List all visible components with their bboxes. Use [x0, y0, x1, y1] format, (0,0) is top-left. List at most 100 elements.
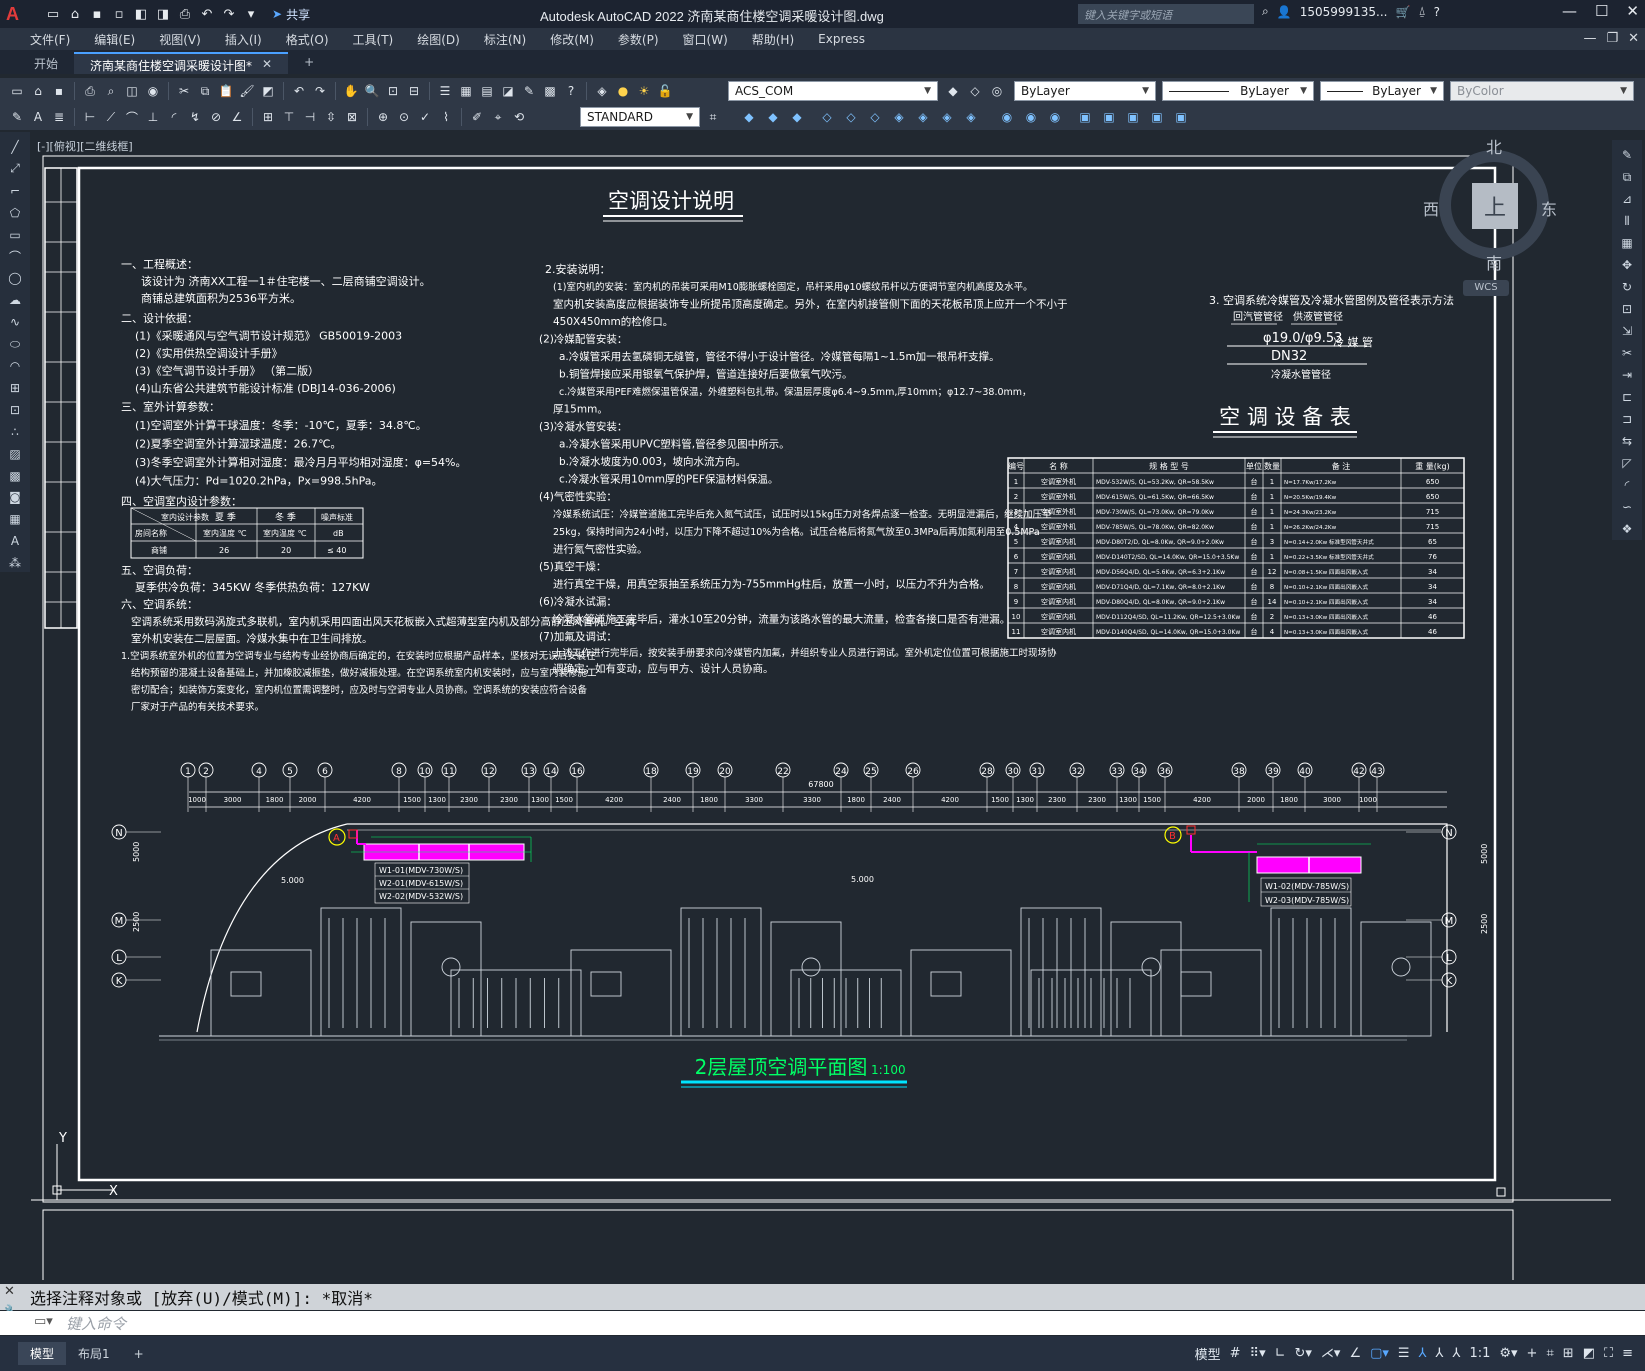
region-icon[interactable]: ◙ [6, 489, 24, 507]
model-space-button[interactable]: 模型 [1195, 1344, 1221, 1363]
dimstyle-icon[interactable]: ⌗ [704, 108, 722, 126]
ortho-icon[interactable]: ∟ [1275, 1346, 1286, 1361]
compass-south[interactable]: 南 [1486, 250, 1502, 274]
layer-lock-icon[interactable]: 🔓 [656, 82, 674, 100]
jogged-linear-icon[interactable]: ⌇ [437, 108, 455, 126]
dimstyle-dropdown[interactable]: STANDARD ▼ [580, 107, 700, 127]
stretch-icon[interactable]: ◈ [914, 108, 932, 126]
print-icon[interactable]: ⎙ [176, 5, 194, 23]
menu-dimension[interactable]: 标注(N) [472, 31, 538, 48]
save-icon[interactable]: ▪ [88, 5, 106, 23]
arc-icon[interactable]: ⌒ [6, 248, 24, 266]
menu-express[interactable]: Express [806, 32, 877, 46]
ellipse-icon[interactable]: ⬭ [6, 335, 24, 353]
tab-document[interactable]: 济南某商住楼空调采暖设计图* ✕ [74, 52, 289, 74]
tool-palettes-icon[interactable]: ▤ [478, 82, 496, 100]
isodraft-icon[interactable]: ⋌▾ [1321, 1346, 1341, 1361]
layer-freeze-icon[interactable]: ☀ [635, 82, 653, 100]
search-icon[interactable]: ⌕ [1262, 4, 1269, 19]
snap-icon[interactable]: ⠿▾ [1250, 1346, 1266, 1361]
viewcube-top-face[interactable]: 上 [1472, 183, 1518, 229]
text-edit-icon[interactable]: A [29, 108, 47, 126]
menu-insert[interactable]: 插入(I) [213, 31, 274, 48]
copy-object-icon[interactable]: ◆ [764, 108, 782, 126]
make-block-icon[interactable]: ⊡ [6, 401, 24, 419]
qnew-icon[interactable]: ▭ [8, 82, 26, 100]
lineweight-dropdown[interactable]: ByLayer ▼ [1320, 81, 1444, 101]
add-selected-icon[interactable]: ⁂ [6, 554, 24, 572]
break-dim-icon[interactable]: ⊠ [343, 108, 361, 126]
units-icon[interactable]: ⌗ [1546, 1346, 1553, 1361]
move-icon[interactable]: ✥ [1618, 256, 1636, 274]
move-icon[interactable]: ◆ [740, 108, 758, 126]
scale-icon[interactable]: ◈ [890, 108, 908, 126]
doc-close-button[interactable]: ✕ [1628, 31, 1639, 46]
new-tab-button[interactable]: + [288, 52, 330, 74]
annotation-scale-icon[interactable]: ⅄ [1452, 1346, 1460, 1361]
preview-icon[interactable]: ⌕ [102, 82, 120, 100]
autocad-logo[interactable]: A [6, 3, 28, 25]
break-at-point-icon[interactable]: ⊏ [1618, 388, 1636, 406]
layer-properties-icon[interactable]: ◈ [593, 82, 611, 100]
diameter-dim-icon[interactable]: ⊘ [207, 108, 225, 126]
sheet-set-icon[interactable]: ◪ [499, 82, 517, 100]
mtext-icon[interactable]: A [6, 532, 24, 550]
compass-east[interactable]: 东 [1541, 196, 1557, 220]
workspace-gear-icon[interactable]: ⚙▾ [1499, 1346, 1517, 1361]
web-save-icon[interactable]: ◧ [132, 5, 150, 23]
menu-window[interactable]: 窗口(W) [671, 31, 740, 48]
doc-minimize-button[interactable]: — [1583, 31, 1596, 46]
undo-icon[interactable]: ↶ [198, 5, 216, 23]
auto-scale-icon[interactable]: ⅄ [1436, 1346, 1444, 1361]
customize-dropdown-icon[interactable]: ▾ [242, 5, 260, 23]
dim-update-icon[interactable]: ⟲ [510, 108, 528, 126]
break-icon[interactable]: ⊐ [1618, 410, 1636, 428]
design-center-icon[interactable]: ▦ [457, 82, 475, 100]
color-dropdown[interactable]: ByLayer ▼ [1014, 81, 1156, 101]
gradient-icon[interactable]: ▩ [6, 467, 24, 485]
insert-block-icon[interactable]: ⊞ [6, 379, 24, 397]
quick-properties-icon[interactable]: ⊞ [1563, 1346, 1574, 1361]
autodesk-icon[interactable]: ⍙ [1418, 4, 1425, 19]
close-button[interactable]: ✕ [1626, 2, 1639, 20]
line-icon[interactable]: ╱ [6, 138, 24, 156]
zoom-window-icon[interactable]: ⊡ [384, 82, 402, 100]
calculator-icon[interactable]: ▩ [541, 82, 559, 100]
layer-on-icon[interactable]: ● [614, 82, 632, 100]
block-editor-icon[interactable]: ◩ [259, 82, 277, 100]
rotate-icon[interactable]: ◇ [866, 108, 884, 126]
mirror-icon[interactable]: ⊿ [1618, 190, 1636, 208]
cut-icon[interactable]: ✂ [175, 82, 193, 100]
blend-icon[interactable]: ∽ [1618, 498, 1636, 516]
plotstyle-dropdown[interactable]: ByColor ▼ [1450, 81, 1634, 101]
circle-icon[interactable]: ◯ [6, 269, 24, 287]
publish-icon[interactable]: ◫ [123, 82, 141, 100]
osnap-icon[interactable]: ▢▾ [1370, 1346, 1389, 1361]
extend-icon[interactable]: ⇥ [1618, 366, 1636, 384]
dim-edit-icon[interactable]: ✐ [468, 108, 486, 126]
menu-help[interactable]: 帮助(H) [740, 31, 806, 48]
menu-modify[interactable]: 修改(M) [538, 31, 606, 48]
center-mark-icon[interactable]: ⊙ [395, 108, 413, 126]
help-icon[interactable]: ? [1434, 5, 1440, 19]
tab-model[interactable]: 模型 [18, 1342, 67, 1365]
explode-icon[interactable]: ◉ [1046, 108, 1064, 126]
zoom-realtime-icon[interactable]: 🔍 [363, 82, 381, 100]
spline-icon[interactable]: ∿ [6, 313, 24, 331]
jogged-dim-icon[interactable]: ↯ [186, 108, 204, 126]
open-icon[interactable]: ⌂ [29, 82, 47, 100]
copy-icon[interactable]: ⧉ [1618, 168, 1636, 186]
annotation-visibility-icon[interactable]: ⅄ [1419, 1346, 1427, 1361]
add-icon[interactable]: + [1527, 1346, 1538, 1361]
tab-layout1[interactable]: 布局1 [66, 1342, 122, 1365]
layer-states-icon[interactable]: ◎ [988, 82, 1006, 100]
tab-start[interactable]: 开始 [18, 52, 74, 74]
viewport-controls[interactable]: [-][俯视][二维线框] [37, 138, 133, 154]
polygon-icon[interactable]: ⬠ [6, 204, 24, 222]
point-icon[interactable]: ∴ [6, 423, 24, 441]
menu-parametric[interactable]: 参数(P) [606, 31, 671, 48]
polyline-icon[interactable]: ⌐ [6, 182, 24, 200]
help-search-input[interactable]: 键入关键字或短语 [1078, 4, 1254, 24]
menu-draw[interactable]: 绘图(D) [405, 31, 472, 48]
pedit-icon[interactable]: ▣ [1172, 108, 1190, 126]
